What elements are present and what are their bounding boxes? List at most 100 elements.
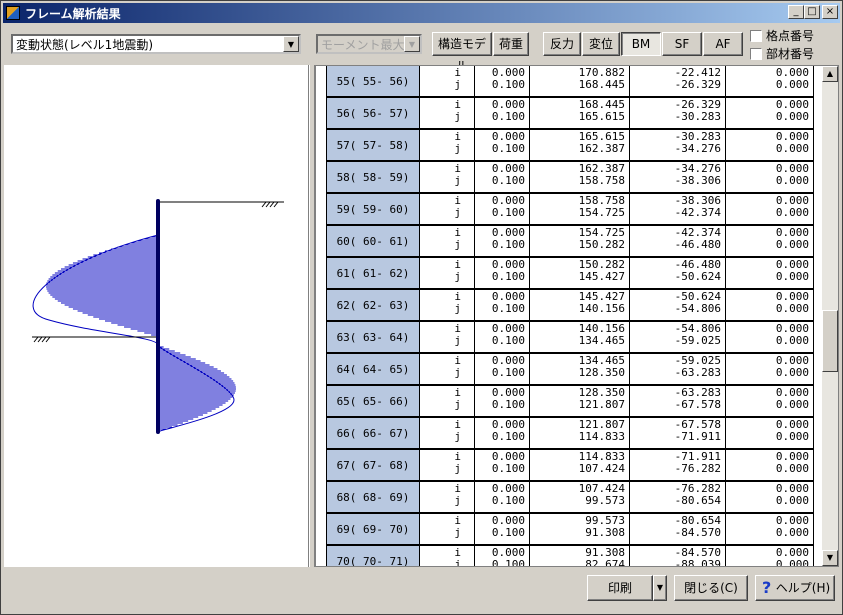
node-label-cell: ij — [420, 226, 475, 256]
diagram-pane — [4, 65, 309, 567]
position-cell-j: 0.100 — [491, 494, 525, 507]
af-cell-j: 0.000 — [775, 270, 809, 283]
table-row[interactable]: 57( 57- 58) i j 0.000 0.100 165.615 162.387 -30… — [326, 130, 814, 162]
node-number-checkbox[interactable]: 格点番号 — [750, 27, 814, 44]
member-id-cell: 69( 69- 70) — [326, 514, 420, 544]
node-label-cell: ij — [420, 130, 475, 160]
sf-button[interactable]: SF — [662, 32, 702, 56]
vertical-scrollbar[interactable]: ▲ ▼ — [822, 66, 838, 566]
bm-cell: 165.615 162.387 — [530, 130, 630, 160]
af-cell: 0.000 0.000 — [726, 418, 814, 448]
position-cell-j: 0.100 — [491, 558, 525, 567]
table-row[interactable]: 63( 63- 64) i j 0.000 0.100 140.156 134.465 -54… — [326, 322, 814, 354]
table-row[interactable]: 64( 64- 65) i j 0.000 0.100 134.465 128.350 -59… — [326, 354, 814, 386]
sf-cell: -84.570 -88.039 — [630, 546, 726, 566]
bm-cell-j: 145.427 — [578, 270, 625, 283]
node-label-j: j — [454, 302, 461, 315]
table-row[interactable]: 69( 69- 70) i j 0.000 0.100 99.573 91.308 -80.6… — [326, 514, 814, 546]
position-cell-j: 0.100 — [491, 270, 525, 283]
node-label-cell: ij — [420, 290, 475, 320]
chevron-down-icon[interactable]: ▼ — [283, 36, 299, 52]
bm-cell-j: 140.156 — [578, 302, 625, 315]
table-row[interactable]: 58( 58- 59) i j 0.000 0.100 162.387 158.758 -34… — [326, 162, 814, 194]
af-cell: 0.000 0.000 — [726, 482, 814, 512]
member-id-cell: 58( 58- 59) — [326, 162, 420, 192]
member-id-cell: 70( 70- 71) — [326, 546, 420, 566]
af-cell-j: 0.000 — [775, 462, 809, 475]
chevron-down-icon: ▼ — [404, 36, 420, 52]
checkbox-box[interactable] — [750, 47, 762, 60]
table-row[interactable]: 66( 66- 67) i j 0.000 0.100 121.807 114.833 -67… — [326, 418, 814, 450]
load-button[interactable]: 荷重 — [493, 32, 529, 56]
bm-cell: 168.445 165.615 — [530, 98, 630, 128]
checkbox-box[interactable] — [750, 29, 762, 42]
sf-cell: -76.282 -80.654 — [630, 482, 726, 512]
node-label-j: j — [454, 110, 461, 123]
position-cell: 0.000 0.100 — [475, 546, 530, 567]
maximize-button[interactable]: □ — [804, 5, 820, 19]
scroll-down-button[interactable]: ▼ — [822, 550, 838, 566]
table-row[interactable]: 70( 70- 71) i j 0.000 0.100 91.308 82.674 -84.5… — [326, 546, 814, 567]
position-cell: 0.000 0.100 — [475, 386, 530, 416]
member-number-checkbox[interactable]: 部材番号 — [750, 45, 814, 62]
af-cell-j: 0.000 — [775, 174, 809, 187]
position-cell-j: 0.100 — [491, 142, 525, 155]
af-cell: 0.000 0.000 — [726, 98, 814, 128]
position-cell: 0.000 0.100 — [475, 162, 530, 192]
bm-cell: 128.350 121.807 — [530, 386, 630, 416]
close-button[interactable]: 閉じる(C) — [674, 575, 748, 601]
table-row[interactable]: 62( 62- 63) i j 0.000 0.100 145.427 140.156 -50… — [326, 290, 814, 322]
bm-cell: 134.465 128.350 — [530, 354, 630, 384]
member-number-label: 部材番号 — [766, 47, 815, 61]
sf-cell: -34.276 -38.306 — [630, 162, 726, 192]
help-button[interactable]: ? ヘルプ(H) — [755, 575, 835, 601]
table-row[interactable]: 65( 65- 66) i j 0.000 0.100 128.350 121.807 -63… — [326, 386, 814, 418]
table-row[interactable]: 59( 59- 60) i j 0.000 0.100 158.758 154.725 -38… — [326, 194, 814, 226]
sf-cell-j: -76.282 — [674, 462, 721, 475]
moment-select-value: モーメント最大 — [321, 37, 405, 52]
node-label-j: j — [454, 174, 461, 187]
print-button[interactable]: 印刷 — [587, 575, 653, 601]
position-cell-j: 0.100 — [491, 78, 525, 91]
frame-analysis-window: フレーム解析結果 _ □ × 変動状態(レベル1地震動) ▼ モーメント最大 ▼… — [0, 0, 843, 615]
af-button[interactable]: AF — [703, 32, 743, 56]
title-bar[interactable]: フレーム解析結果 _ □ × — [3, 3, 840, 23]
sf-cell: -22.412 -26.329 — [630, 66, 726, 96]
results-grid: 55( 55- 56) i j 0.000 0.100 170.882 168.445 -22… — [326, 66, 814, 567]
sf-cell-j: -71.911 — [674, 430, 721, 443]
table-row[interactable]: 56( 56- 57) i j 0.000 0.100 168.445 165.615 -26… — [326, 98, 814, 130]
member-id-cell: 62( 62- 63) — [326, 290, 420, 320]
structure-model-button[interactable]: 構造モデル — [432, 32, 492, 73]
af-cell: 0.000 0.000 — [726, 130, 814, 160]
ground-hatch-front — [33, 336, 51, 343]
toolbar: 変動状態(レベル1地震動) ▼ モーメント最大 ▼ 構造モデル 荷重 反力 変位… — [3, 25, 840, 73]
table-row[interactable]: 68( 68- 69) i j 0.000 0.100 107.424 99.573 -76.… — [326, 482, 814, 514]
af-cell: 0.000 0.000 — [726, 162, 814, 192]
member-id-cell: 59( 59- 60) — [326, 194, 420, 224]
table-row[interactable]: 61( 61- 62) i j 0.000 0.100 150.282 145.427 -46… — [326, 258, 814, 290]
displacement-button[interactable]: 変位 — [582, 32, 620, 56]
sf-cell-j: -26.329 — [674, 78, 721, 91]
table-row[interactable]: 55( 55- 56) i j 0.000 0.100 170.882 168.445 -22… — [326, 66, 814, 98]
bm-cell-j: 150.282 — [578, 238, 625, 251]
position-cell: 0.000 0.100 — [475, 194, 530, 224]
sf-cell-j: -80.654 — [674, 494, 721, 507]
state-select[interactable]: 変動状態(レベル1地震動) ▼ — [11, 34, 301, 54]
reaction-button[interactable]: 反力 — [543, 32, 581, 56]
close-window-button[interactable]: × — [822, 5, 838, 19]
af-cell-j: 0.000 — [775, 78, 809, 91]
sf-cell-j: -54.806 — [674, 302, 721, 315]
table-row[interactable]: 67( 67- 68) i j 0.000 0.100 114.833 107.424 -71… — [326, 450, 814, 482]
position-cell: 0.000 0.100 — [475, 226, 530, 256]
node-label-cell: ij — [420, 354, 475, 384]
position-cell: 0.000 0.100 — [475, 418, 530, 448]
table-row[interactable]: 60( 60- 61) i j 0.000 0.100 154.725 150.282 -42… — [326, 226, 814, 258]
af-cell-j: 0.000 — [775, 398, 809, 411]
bm-cell-j: 82.674 — [585, 558, 625, 567]
scroll-up-button[interactable]: ▲ — [822, 66, 838, 82]
sf-cell: -80.654 -84.570 — [630, 514, 726, 544]
minimize-button[interactable]: _ — [788, 5, 804, 19]
scroll-thumb[interactable] — [822, 310, 838, 372]
bm-button[interactable]: BM — [621, 32, 661, 56]
print-dropdown-button[interactable]: ▼ — [653, 575, 667, 601]
